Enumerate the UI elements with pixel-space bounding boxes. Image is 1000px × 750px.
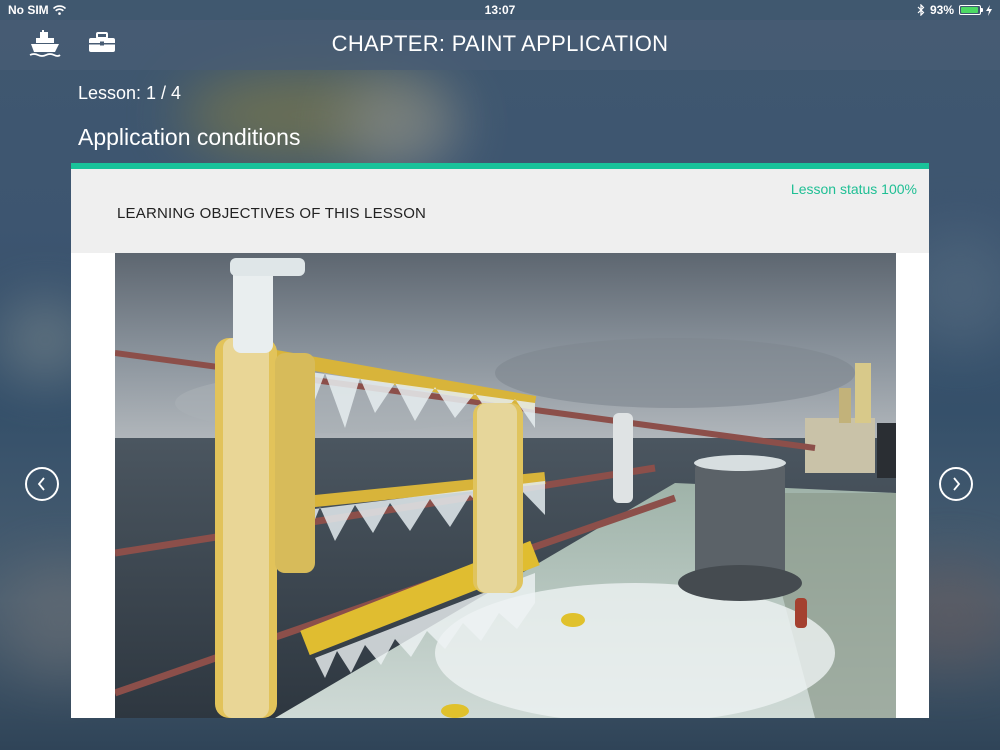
status-right: 93% <box>917 3 992 17</box>
objectives-heading: LEARNING OBJECTIVES OF THIS LESSON <box>117 205 427 222</box>
page-title: CHAPTER: PAINT APPLICATION <box>331 31 669 56</box>
status-bar: No SIM 13:07 93% <box>0 0 1000 20</box>
next-lesson-button[interactable] <box>939 467 973 501</box>
bluetooth-icon <box>917 4 925 16</box>
lesson-status: Lesson status 100% <box>790 181 917 197</box>
chevron-right-icon <box>953 477 961 491</box>
lesson-image <box>115 253 896 718</box>
lesson-card: Lesson status 100% LEARNING OBJECTIVES O… <box>71 163 929 718</box>
battery-icon <box>959 5 983 15</box>
charging-icon <box>986 4 992 16</box>
chevron-left-icon <box>37 477 45 491</box>
battery-percent: 93% <box>929 3 954 17</box>
prev-lesson-button[interactable] <box>25 467 59 501</box>
clock: 13:07 <box>484 3 516 17</box>
lesson-counter: Lesson: 1 / 4 <box>78 83 182 103</box>
card-header: Lesson status 100% LEARNING OBJECTIVES O… <box>71 169 929 253</box>
nav-bar: CHAPTER: PAINT APPLICATION <box>0 20 1000 70</box>
lesson-title: Application conditions <box>78 124 301 150</box>
